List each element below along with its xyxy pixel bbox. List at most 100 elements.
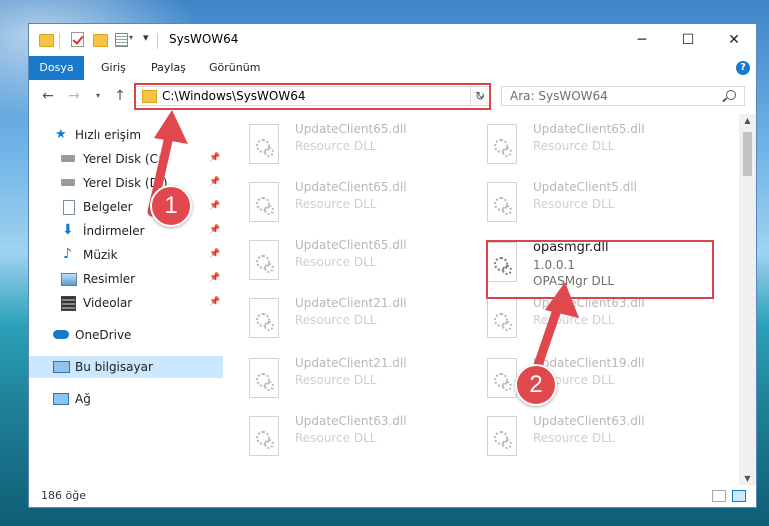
tab-view[interactable]: Görünüm (199, 56, 270, 80)
forward-arrow-icon[interactable]: → (65, 87, 83, 105)
sidebar-item-music[interactable]: ♪ Müzik 📌 (29, 244, 223, 266)
file-name: UpdateClient65.dll (533, 122, 645, 136)
tab-home[interactable]: Giriş (91, 56, 136, 80)
file-item[interactable]: UpdateClient63.dll Resource DLL (225, 410, 455, 470)
file-item[interactable]: UpdateClient63.dll Resource DLL (463, 410, 693, 470)
maximize-button[interactable]: ☐ (665, 24, 711, 56)
dll-file-icon (487, 416, 517, 456)
sidebar-item-label: Müzik (83, 248, 118, 262)
recent-locations-icon[interactable]: ▾ (89, 87, 107, 105)
sidebar-item-label: Videolar (83, 296, 133, 310)
dll-file-icon (487, 124, 517, 164)
file-description: Resource DLL (533, 139, 615, 153)
documents-icon (63, 200, 75, 215)
file-name: UpdateClient65.dll (295, 180, 407, 194)
dll-file-icon (487, 298, 517, 338)
sidebar-item-label: Bu bilgisayar (75, 360, 153, 374)
pin-icon[interactable]: 📌 (209, 274, 220, 283)
back-arrow-icon[interactable]: ← (39, 87, 57, 105)
item-count: 186 öğe (41, 489, 86, 502)
file-item[interactable]: UpdateClient5.dll Resource DLL (463, 176, 693, 236)
details-view-icon[interactable] (712, 490, 726, 502)
file-description: Resource DLL (533, 197, 615, 211)
scroll-up-icon[interactable]: ▲ (739, 116, 756, 125)
file-description: Resource DLL (295, 255, 377, 269)
drive-icon (61, 179, 75, 186)
dll-file-icon (487, 182, 517, 222)
star-icon: ★ (55, 127, 67, 142)
file-description: Resource DLL (533, 431, 615, 445)
pin-icon[interactable]: 📌 (209, 178, 220, 187)
file-name: UpdateClient63.dll (295, 414, 407, 428)
pictures-icon (61, 273, 77, 286)
step-1-badge: 1 (150, 185, 192, 227)
customize-toolbar-icon[interactable]: ▾ (143, 31, 149, 49)
dll-file-icon (249, 358, 279, 398)
ribbon-tabs: Dosya Giriş Paylaş Görünüm ? (29, 56, 756, 81)
window-title: SysWOW64 (169, 32, 239, 46)
sidebar-item-pictures[interactable]: Resimler 📌 (29, 268, 223, 290)
pin-icon[interactable]: 📌 (209, 154, 220, 163)
up-arrow-icon[interactable]: ↑ (111, 87, 129, 105)
file-name: UpdateClient21.dll (295, 296, 407, 310)
pin-icon[interactable]: 📌 (209, 298, 220, 307)
file-explorer-window: ▾ ▾ SysWOW64 ─ ☐ ✕ Dosya Giriş Paylaş Gö… (28, 23, 757, 508)
file-list: UpdateClient65.dll Resource DLL UpdateCl… (225, 114, 738, 485)
search-box[interactable]: Ara: SysWOW64 (501, 86, 745, 106)
file-item[interactable]: UpdateClient65.dll Resource DLL (463, 118, 693, 178)
status-bar: 186 öğe (29, 485, 756, 507)
checkmark-properties-icon[interactable] (71, 32, 84, 47)
file-item[interactable]: UpdateClient65.dll Resource DLL (225, 118, 455, 178)
file-name: UpdateClient5.dll (533, 180, 637, 194)
new-folder-icon[interactable] (93, 34, 108, 47)
file-name: UpdateClient21.dll (295, 356, 407, 370)
folder-icon[interactable] (39, 34, 54, 47)
file-item[interactable]: UpdateClient21.dll Resource DLL (225, 352, 455, 412)
step-2-badge: 2 (515, 364, 557, 406)
sidebar-item-label: Ağ (75, 392, 91, 406)
toolbar-divider (157, 33, 158, 49)
minimize-button[interactable]: ─ (619, 24, 665, 56)
file-name: UpdateClient65.dll (295, 238, 407, 252)
properties-icon[interactable] (115, 33, 128, 47)
dll-file-icon (249, 240, 279, 280)
title-bar: ▾ ▾ SysWOW64 ─ ☐ ✕ (29, 24, 756, 56)
file-description: Resource DLL (295, 431, 377, 445)
file-description: Resource DLL (295, 313, 377, 327)
close-button[interactable]: ✕ (711, 24, 756, 56)
tab-file[interactable]: Dosya (29, 56, 84, 80)
sidebar-item-this-pc[interactable]: Bu bilgisayar (29, 356, 223, 378)
sidebar-item-onedrive[interactable]: OneDrive (29, 324, 223, 346)
sidebar-item-label: Resimler (83, 272, 136, 286)
file-item[interactable]: UpdateClient65.dll Resource DLL (225, 176, 455, 236)
tab-share[interactable]: Paylaş (141, 56, 196, 80)
computer-icon (53, 361, 70, 373)
file-name: UpdateClient65.dll (295, 122, 407, 136)
dll-file-icon (249, 124, 279, 164)
dll-file-icon (487, 358, 517, 398)
scrollbar-thumb[interactable] (743, 132, 752, 176)
pin-icon[interactable]: 📌 (209, 226, 220, 235)
file-item[interactable]: UpdateClient21.dll Resource DLL (225, 292, 455, 352)
sidebar-item-label: OneDrive (75, 328, 132, 342)
pin-icon[interactable]: 📌 (209, 250, 220, 259)
large-icons-view-icon[interactable] (732, 490, 746, 502)
help-icon[interactable]: ? (736, 61, 750, 75)
sidebar-item-network[interactable]: Ağ (29, 388, 223, 410)
toolbar-divider (59, 33, 60, 49)
chevron-down-icon[interactable]: ▾ (129, 33, 133, 51)
drive-icon (61, 155, 75, 162)
file-description: Resource DLL (295, 139, 377, 153)
file-item[interactable]: UpdateClient65.dll Resource DLL (225, 234, 455, 294)
search-input[interactable]: Ara: SysWOW64 (510, 89, 608, 103)
pin-icon[interactable]: 📌 (209, 202, 220, 211)
file-name: UpdateClient63.dll (533, 414, 645, 428)
vertical-scrollbar[interactable]: ▲ ▼ (739, 114, 756, 485)
file-description: Resource DLL (295, 197, 377, 211)
sidebar-item-label: Belgeler (83, 200, 133, 214)
sidebar-item-videos[interactable]: Videolar 📌 (29, 292, 223, 314)
videos-icon (61, 296, 76, 311)
downloads-icon: ⬇ (62, 222, 74, 238)
dll-file-icon (249, 416, 279, 456)
scroll-down-icon[interactable]: ▼ (739, 474, 756, 483)
